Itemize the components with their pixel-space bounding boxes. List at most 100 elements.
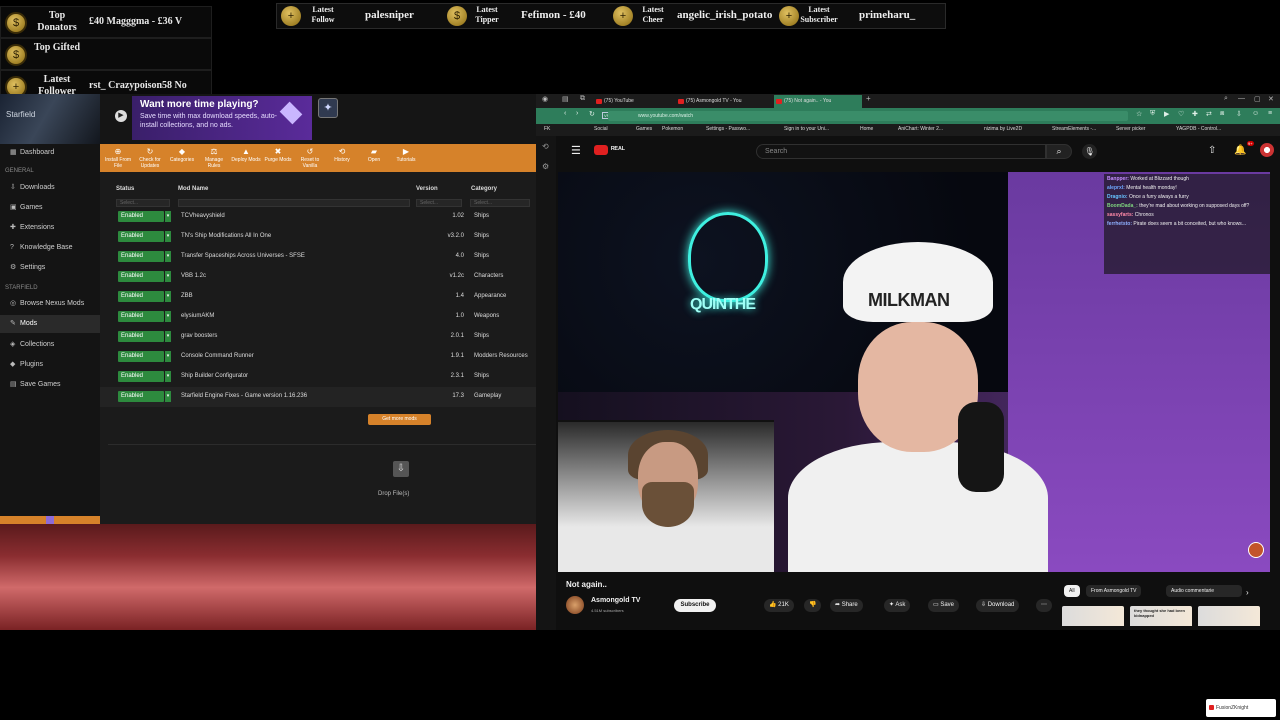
column-status[interactable]: Status	[116, 186, 134, 192]
heart-icon[interactable]: ♡	[1178, 110, 1184, 118]
chip-audio-commentary[interactable]: Audio commentarie	[1166, 585, 1242, 597]
hamburger-icon[interactable]: ☰	[571, 144, 581, 157]
reload-icon[interactable]: ↻	[589, 110, 595, 118]
close-button[interactable]: ✕	[1268, 95, 1274, 103]
drop-zone[interactable]: ⇩ Drop File(s)	[108, 444, 536, 518]
table-row[interactable]: Enabled ▾ Starfield Engine Fixes - Game ve…	[100, 387, 536, 407]
status-dropdown-icon[interactable]: ▾	[165, 271, 171, 282]
table-row[interactable]: Enabled ▾ grav boosters 2.0.1 Ships	[100, 327, 536, 347]
profile-icon[interactable]: ☺	[1252, 110, 1259, 117]
bookmark-item[interactable]: Settings - Passwo...	[706, 126, 750, 132]
status-toggle[interactable]: Enabled	[118, 311, 164, 322]
table-row[interactable]: Enabled ▾ TCVheavyshield 1.02 Ships	[100, 207, 536, 227]
search-input[interactable]: Search	[756, 144, 1046, 159]
microphone-icon[interactable]: 🎙	[1082, 144, 1097, 159]
bookmark-item[interactable]: Server picker	[1116, 126, 1145, 132]
category-filter[interactable]: Select...	[470, 199, 530, 207]
tab-asmongold[interactable]: (75) Asmongold TV - You	[676, 95, 766, 108]
url-input[interactable]: www.youtube.com/watch	[608, 111, 1128, 121]
status-dropdown-icon[interactable]: ▾	[165, 391, 171, 402]
status-toggle[interactable]: Enabled	[118, 391, 164, 402]
bookmark-icon[interactable]: ☆	[1136, 110, 1142, 118]
play-icon[interactable]: ▶	[1164, 110, 1169, 118]
channel-avatar[interactable]	[566, 596, 584, 614]
forward-icon[interactable]: ›	[576, 110, 578, 117]
bookmark-item[interactable]: YAGPDB - Control...	[1176, 126, 1221, 132]
status-toggle[interactable]: Enabled	[118, 371, 164, 382]
status-toggle[interactable]: Enabled	[118, 331, 164, 342]
upload-icon[interactable]: ⇧	[1208, 145, 1216, 156]
play-icon[interactable]: ▶	[115, 110, 127, 122]
chip-from-channel[interactable]: From Asmongold TV	[1086, 585, 1142, 597]
save-button[interactable]: ▭ Save	[928, 599, 960, 612]
purge-mods-button[interactable]: ✖ Purge Mods	[262, 147, 294, 163]
search-tabs-icon[interactable]: ⌕	[1224, 95, 1228, 103]
nav-downloads[interactable]: ⇩ Downloads	[0, 179, 100, 197]
bookmark-item[interactable]: Social	[594, 126, 608, 132]
nav-browse-nexus-mods[interactable]: ◎ Browse Nexus Mods	[0, 295, 100, 313]
bookmark-item[interactable]: Pokemon	[662, 126, 683, 132]
workspace-icon[interactable]: ▤	[562, 95, 569, 103]
nav-extensions[interactable]: ✚ Extensions	[0, 219, 100, 237]
version-filter[interactable]: Select...	[416, 199, 462, 207]
status-dropdown-icon[interactable]: ▾	[165, 331, 171, 342]
chevron-right-icon[interactable]: ›	[1246, 588, 1249, 597]
check-updates-button[interactable]: ↻ Check for Updates	[134, 147, 166, 169]
minimize-button[interactable]: —	[1238, 95, 1245, 102]
bookmark-item[interactable]: Games	[636, 126, 652, 132]
game-art[interactable]: Starfield	[0, 94, 100, 144]
categories-button[interactable]: ◆ Categories	[166, 147, 198, 163]
column-mod-name[interactable]: Mod Name	[178, 186, 208, 192]
status-dropdown-icon[interactable]: ▾	[165, 371, 171, 382]
premium-ad[interactable]: Want more time playing? Save time with m…	[132, 96, 312, 140]
collapse-handle[interactable]	[46, 516, 54, 524]
table-row[interactable]: Enabled ▾ VBB 1.2c v1.2c Characters	[100, 267, 536, 287]
status-dropdown-icon[interactable]: ▾	[165, 231, 171, 242]
name-filter[interactable]	[178, 199, 410, 207]
status-dropdown-icon[interactable]: ▾	[165, 211, 171, 222]
extension-icon[interactable]: ✚	[1192, 110, 1198, 118]
reset-vanilla-button[interactable]: ↺ Reset to Vanilla	[294, 147, 326, 169]
settings-icon[interactable]: ⚙	[542, 162, 549, 171]
nav-collections[interactable]: ◈ Collections	[0, 336, 100, 354]
tab-youtube[interactable]: (75) YouTube	[594, 95, 674, 108]
table-row[interactable]: Enabled ▾ Console Command Runner 1.9.1 Modde…	[100, 347, 536, 367]
download-icon[interactable]: ⇩	[1236, 110, 1242, 118]
status-toggle[interactable]: Enabled	[118, 271, 164, 282]
nav-settings[interactable]: ⚙ Settings	[0, 259, 100, 277]
nav-dashboard[interactable]: ▦ Dashboard	[0, 144, 100, 162]
bookmark-item[interactable]: nizima by Live2D	[984, 126, 1022, 132]
like-button[interactable]: 👍 21K	[764, 599, 794, 612]
nav-games[interactable]: ▣ Games	[0, 199, 100, 217]
tutorials-button[interactable]: ▶ Tutorials	[390, 147, 422, 163]
youtube-logo-icon[interactable]	[594, 145, 608, 155]
translate-icon[interactable]: ⇄	[1206, 110, 1212, 118]
manage-rules-button[interactable]: ⚖ Manage Rules	[198, 147, 230, 169]
ask-button[interactable]: ✦ Ask	[884, 599, 911, 612]
share-button[interactable]: ➦ Share	[830, 599, 863, 612]
subscribe-button[interactable]: Subscribe	[674, 599, 716, 612]
browser-menu-icon[interactable]: ◉	[542, 95, 548, 103]
nav-plugins[interactable]: ◆ Plugins	[0, 356, 100, 374]
install-from-file-button[interactable]: ⊕ Install From File	[102, 147, 134, 169]
get-more-mods-button[interactable]: Get more mods	[368, 414, 431, 425]
channel-name[interactable]: Asmongold TV	[591, 597, 640, 604]
bookmark-item[interactable]: StreamElements -...	[1052, 126, 1096, 132]
new-tab-button[interactable]: +	[866, 94, 871, 103]
shield-icon[interactable]: ⛨	[1150, 110, 1155, 118]
column-category[interactable]: Category	[471, 186, 497, 192]
history-icon[interactable]: ⟲	[542, 142, 549, 151]
status-toggle[interactable]: Enabled	[118, 231, 164, 242]
status-toggle[interactable]: Enabled	[118, 251, 164, 262]
status-filter[interactable]: Select...	[116, 199, 170, 207]
nav-knowledge-base[interactable]: ? Knowledge Base	[0, 239, 100, 257]
table-row[interactable]: Enabled ▾ ZBB 1.4 Appearance	[100, 287, 536, 307]
menu-icon[interactable]: ≡	[1268, 110, 1272, 117]
table-row[interactable]: Enabled ▾ Transfer Spaceships Across Unive…	[100, 247, 536, 267]
status-dropdown-icon[interactable]: ▾	[165, 291, 171, 302]
table-row[interactable]: Enabled ▾ Ship Builder Configurator 2.3.1 Sh…	[100, 367, 536, 387]
status-toggle[interactable]: Enabled	[118, 351, 164, 362]
status-toggle[interactable]: Enabled	[118, 291, 164, 302]
dislike-button[interactable]: 👎	[804, 599, 822, 612]
status-toggle[interactable]: Enabled	[118, 211, 164, 222]
